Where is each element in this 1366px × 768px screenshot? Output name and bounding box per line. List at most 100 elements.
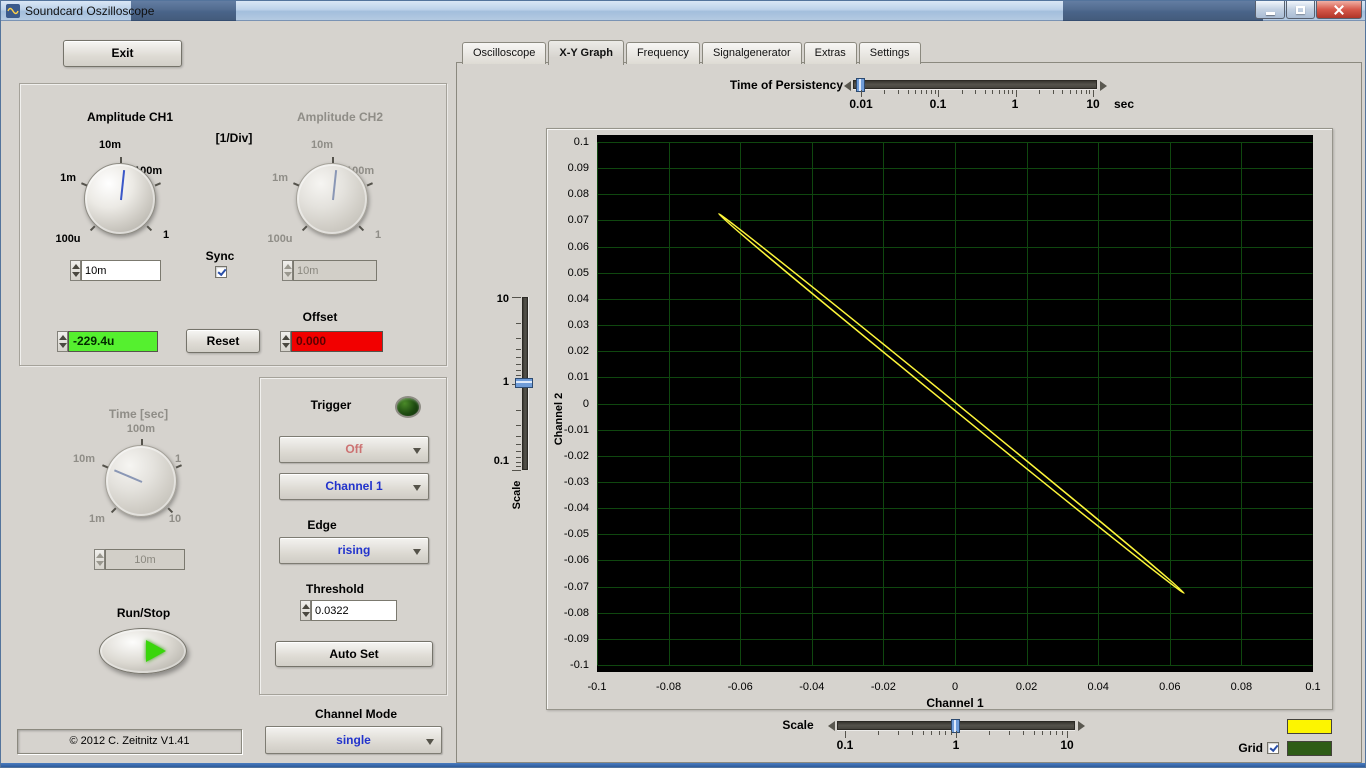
knob-pointer [120, 170, 126, 201]
knob-tick-label: 1 [374, 229, 382, 241]
window-title: Soundcard Oszilloscope [25, 4, 155, 18]
tab-oscilloscope[interactable]: Oscilloscope [462, 42, 547, 64]
knob-tick-mark [154, 182, 161, 187]
time-knob [102, 439, 182, 517]
trigger-led-indicator [395, 396, 421, 418]
tab-content-panel [456, 62, 1362, 763]
knob-tick-mark [89, 225, 96, 232]
amplitude-ch1-title: Amplitude CH1 [86, 110, 173, 124]
trigger-edge-value: rising [337, 543, 371, 557]
spinner-down-icon [284, 272, 292, 277]
offset-ch2-spinner[interactable] [280, 331, 291, 352]
edge-title: Edge [307, 518, 337, 532]
auto-set-button[interactable]: Auto Set [275, 641, 433, 667]
amplitude-ch2-spinner [282, 260, 293, 281]
copyright-label: © 2012 C. Zeitnitz V1.41 [17, 729, 242, 754]
maximize-icon [1296, 5, 1305, 14]
time-spinner [94, 549, 105, 570]
taskbar-strip [1, 763, 1365, 767]
knob-pointer [113, 469, 143, 483]
tab-frequency[interactable]: Frequency [625, 42, 700, 64]
offset-ch2-display: 0.000 [291, 331, 383, 352]
knob-tick-mark [332, 157, 334, 163]
spinner-up-icon[interactable] [72, 264, 80, 269]
chevron-down-icon [413, 485, 421, 495]
offset-title: Offset [302, 310, 338, 324]
minimize-button[interactable] [1255, 1, 1285, 19]
spinner-down-icon[interactable] [72, 272, 80, 277]
threshold-spinner[interactable] [300, 600, 311, 621]
amplitude-ch2-title: Amplitude CH2 [296, 110, 383, 124]
knob-tick-label: 1 [162, 229, 170, 241]
knob-tick-mark [81, 182, 88, 187]
trigger-edge-dropdown[interactable]: rising [279, 537, 429, 564]
spinner-down-icon[interactable] [282, 343, 290, 348]
background-window-fragment [1063, 1, 1263, 21]
offset-ch1-spinner[interactable] [57, 331, 68, 352]
amplitude-ch2-knob [293, 157, 373, 235]
titlebar[interactable]: Soundcard Oszilloscope [1, 1, 1365, 21]
knob-tick-mark [141, 439, 143, 445]
offset-ch1-display: -229.4u [68, 331, 158, 352]
time-knob-unit: 100m 10m 1 1m 10 [61, 421, 221, 551]
knob-tick-label: 100m [126, 423, 156, 435]
knob-tick-mark [175, 464, 182, 469]
tab-signalgenerator[interactable]: Signalgenerator [701, 42, 802, 64]
knob-tick-mark [293, 182, 300, 187]
maximize-button[interactable] [1286, 1, 1315, 19]
knob-tick-label: 1m [89, 513, 105, 525]
knob-tick-label: 1m [272, 172, 288, 184]
knob-tick-mark [120, 157, 122, 163]
threshold-input[interactable] [311, 600, 397, 621]
trigger-mode-dropdown[interactable]: Off [279, 436, 429, 463]
channel-mode-dropdown[interactable]: single [265, 726, 442, 754]
threshold-title: Threshold [305, 582, 364, 596]
tab-extras[interactable]: Extras [803, 42, 857, 64]
knob-tick-label: 10m [310, 139, 334, 151]
sync-checkbox[interactable] [215, 266, 227, 278]
app-window: Soundcard Oszilloscope Exit Amplitude CH… [0, 0, 1366, 768]
chevron-down-icon [426, 739, 434, 749]
amplitude-ch1-knob-unit: 10m 100m 1m 100u 1 [40, 139, 200, 269]
knob-tick-mark [146, 225, 153, 232]
minimize-icon [1265, 11, 1275, 15]
knob-tick-mark [301, 225, 308, 232]
channel-mode-title: Channel Mode [314, 707, 397, 721]
chevron-down-icon [413, 448, 421, 458]
close-button[interactable] [1316, 1, 1362, 19]
exit-button[interactable]: Exit [63, 40, 182, 67]
amplitude-ch2-value-input [293, 260, 377, 281]
knob-tick-mark [366, 182, 373, 187]
run-stop-label: Run/Stop [116, 606, 171, 620]
trigger-source-dropdown[interactable]: Channel 1 [279, 473, 429, 500]
chevron-down-icon [413, 549, 421, 559]
offset-reset-button[interactable]: Reset [186, 329, 260, 353]
amplitude-ch2-knob-unit: 10m 100m 1m 100u 1 [252, 139, 412, 269]
knob-tick-label: 10m [98, 139, 122, 151]
sync-label: Sync [205, 249, 235, 263]
amplitude-ch1-value-input[interactable] [81, 260, 161, 281]
knob-tick-label: 10 [168, 513, 182, 525]
spinner-up-icon[interactable] [282, 335, 290, 340]
spinner-down-icon[interactable] [59, 343, 67, 348]
knob-tick-label: 10m [72, 453, 95, 465]
amplitude-ch1-spinner[interactable] [70, 260, 81, 281]
channel-mode-value: single [336, 733, 371, 747]
spinner-up-icon [96, 553, 104, 558]
run-stop-button[interactable] [99, 628, 187, 674]
trigger-group: Trigger Off Channel 1 Edge rising Thresh… [259, 377, 447, 695]
spinner-down-icon [96, 561, 104, 566]
knob-tick-mark [102, 464, 109, 469]
play-icon [146, 640, 166, 662]
tab-xy-graph[interactable]: X-Y Graph [548, 40, 624, 65]
tab-settings[interactable]: Settings [858, 42, 921, 64]
amplitude-ch1-knob[interactable] [81, 157, 161, 235]
spinner-down-icon[interactable] [302, 612, 310, 617]
spinner-up-icon[interactable] [59, 335, 67, 340]
tab-strip: Oscilloscope X-Y Graph Frequency Signalg… [462, 39, 923, 65]
knob-tick-mark [358, 225, 365, 232]
spinner-up-icon[interactable] [302, 604, 310, 609]
time-title: Time [sec] [108, 407, 169, 421]
knob-tick-label: 1m [60, 172, 76, 184]
close-icon [1334, 5, 1344, 15]
